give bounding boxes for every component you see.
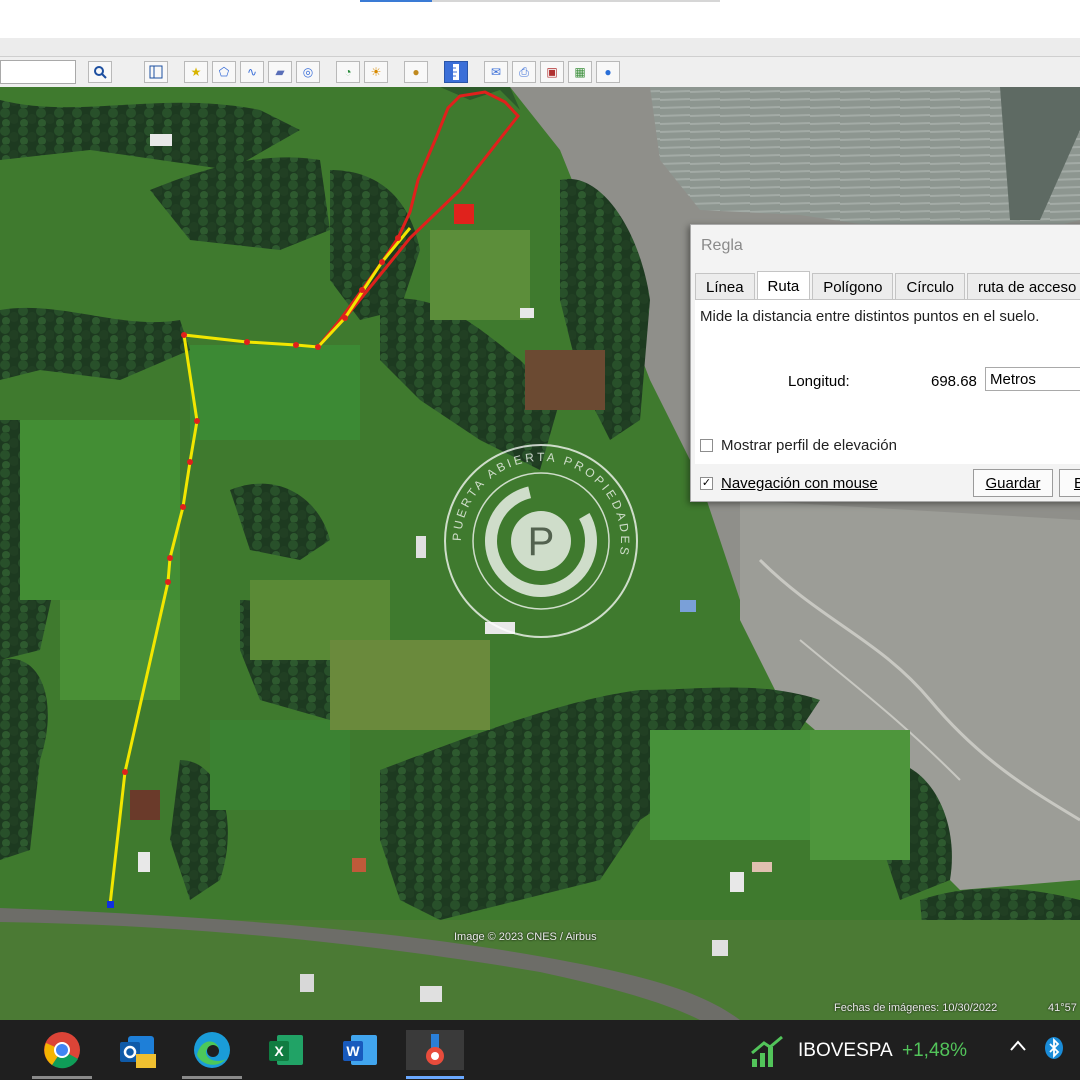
earth-toolbar: ★ ⬠ ∿ ▰ ◎ ◔ ☀ ● ✉ ⎙ ▣ ▦ ● [0, 56, 1080, 88]
selected-tab-indicator[interactable] [360, 0, 432, 2]
browser-top-bar [0, 0, 1080, 38]
mouse-nav-row: ✓ Navegación con mouse [700, 475, 878, 492]
placemark-icon[interactable]: ★ [184, 61, 208, 83]
search-icon[interactable] [88, 61, 112, 83]
second-button-label: B [1073, 475, 1080, 492]
bluetooth-icon[interactable] [1044, 1036, 1064, 1066]
save-image-icon[interactable]: ▣ [540, 61, 564, 83]
edge-running-indicator [182, 1076, 242, 1079]
dialog-title: Regla [701, 237, 743, 254]
watermark-letter: P [528, 520, 555, 564]
path-icon[interactable]: ∿ [240, 61, 264, 83]
tour-icon[interactable]: ◎ [296, 61, 320, 83]
excel-icon[interactable]: X [266, 1030, 306, 1070]
ruler-tabs: Línea Ruta Polígono Círculo ruta de acce… [695, 271, 1080, 299]
save-button[interactable]: Guardar [973, 469, 1053, 497]
tab-polygon[interactable]: Polígono [812, 273, 894, 299]
ruler-icon[interactable] [444, 61, 468, 83]
ruler-description: Mide la distancia entre distintos puntos… [700, 308, 1040, 325]
google-earth-icon[interactable] [406, 1030, 464, 1079]
dialog-footer: ✓ Navegación con mouse Guardar B [695, 465, 1080, 499]
toolbar-separator [0, 38, 1080, 56]
earth-running-indicator [406, 1076, 464, 1079]
print-icon[interactable]: ⎙ [512, 61, 536, 83]
edge-icon[interactable] [182, 1030, 242, 1079]
word-icon[interactable]: W [340, 1030, 380, 1070]
windows-taskbar: X W IBOVESPA +1,48% [0, 1020, 1080, 1080]
elevation-profile-label: Mostrar perfil de elevación [721, 437, 897, 454]
stock-trend-icon [748, 1032, 788, 1072]
svg-text:W: W [346, 1043, 360, 1059]
sidebar-icon[interactable] [144, 61, 168, 83]
second-button[interactable]: B [1059, 469, 1080, 497]
polygon-icon[interactable]: ⬠ [212, 61, 236, 83]
watermark-logo: PUERTA ABIERTA PROPIEDADES P [444, 444, 638, 638]
search-input[interactable] [0, 60, 76, 84]
historical-imagery-icon[interactable]: ◔ [336, 61, 360, 83]
coordinate-readout: 41°57 [1048, 1002, 1077, 1014]
mouse-nav-label: Navegación con mouse [721, 475, 878, 492]
tab-access-route[interactable]: ruta de acceso [966, 273, 1080, 299]
sunlight-icon[interactable]: ☀ [364, 61, 388, 83]
planets-icon[interactable]: ● [404, 61, 428, 83]
tab-line[interactable]: Línea [695, 273, 755, 299]
overlay-icon[interactable]: ▰ [268, 61, 292, 83]
ruler-panel: Mide la distancia entre distintos puntos… [695, 299, 1080, 464]
stock-change: +1,48% [902, 1040, 967, 1061]
unit-select[interactable]: Metros [985, 367, 1080, 391]
save-button-label: Guardar [985, 475, 1041, 492]
earth-icon[interactable]: ● [596, 61, 620, 83]
elevation-profile-checkbox[interactable] [700, 439, 713, 452]
map-view-icon[interactable]: ▦ [568, 61, 592, 83]
ruler-dialog: Regla Línea Ruta Polígono Círculo ruta d… [690, 224, 1080, 502]
email-icon[interactable]: ✉ [484, 61, 508, 83]
tab-circle[interactable]: Círculo [895, 273, 965, 299]
image-credit: Image © 2023 CNES / Airbus [454, 931, 597, 943]
svg-text:X: X [274, 1043, 284, 1059]
length-value: 698.68 [931, 373, 977, 390]
chrome-running-indicator [32, 1076, 92, 1079]
length-label: Longitud: [788, 373, 850, 390]
imagery-dates: Fechas de imágenes: 10/30/2022 [834, 1002, 998, 1014]
tab-strip-line [360, 0, 720, 2]
chevron-up-icon[interactable] [1008, 1036, 1028, 1062]
mouse-nav-checkbox[interactable]: ✓ [700, 477, 713, 490]
tab-path[interactable]: Ruta [756, 271, 811, 299]
elevation-profile-row: Mostrar perfil de elevación [700, 437, 897, 454]
outlook-icon[interactable] [118, 1030, 158, 1070]
stock-name: IBOVESPA [798, 1040, 893, 1061]
chrome-icon[interactable] [32, 1030, 92, 1079]
